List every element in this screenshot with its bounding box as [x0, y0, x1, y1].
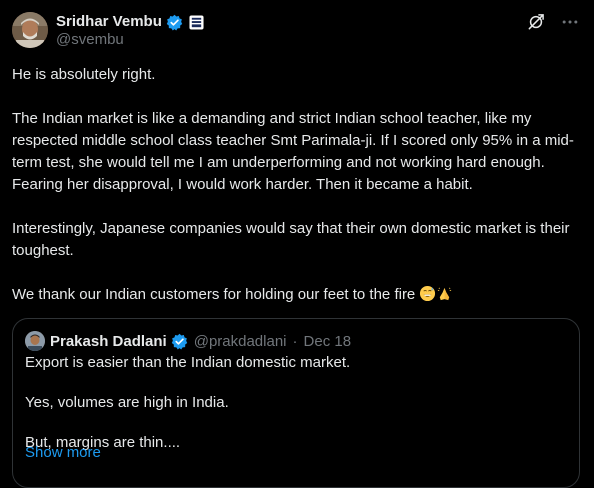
tweet-paragraph: Interestingly, Japanese companies would … — [12, 220, 570, 259]
verified-badge-icon[interactable] — [166, 14, 183, 31]
more-icon[interactable] — [560, 12, 580, 32]
tweet-body: He is absolutely right. The Indian marke… — [12, 64, 584, 328]
tweet-paragraph: The Indian market is like a demanding an… — [12, 110, 574, 193]
quoted-body: Export is easier than the Indian domesti… — [25, 353, 565, 473]
tweet-last-paragraph: We thank our Indian customers for holdin… — [12, 284, 584, 306]
grinning-sweat-emoji — [420, 285, 436, 302]
tweet: Sridhar Vembu @svembu He is absolutely r… — [0, 0, 594, 488]
quoted-display-name[interactable]: Prakash Dadlani — [50, 333, 167, 350]
quoted-header: Prakash Dadlani @prakdadlani · Dec 18 — [50, 331, 351, 351]
quoted-line: Yes, volumes are high in India. — [25, 394, 229, 411]
grok-icon[interactable] — [526, 12, 546, 32]
affiliate-badge-icon[interactable] — [189, 14, 204, 30]
tweet-paragraph: He is absolutely right. — [12, 66, 156, 83]
top-actions — [526, 12, 580, 32]
quoted-tweet[interactable]: Prakash Dadlani @prakdadlani · Dec 18 Ex… — [12, 318, 580, 488]
tweet-paragraph: We thank our Indian customers for holdin… — [12, 286, 416, 303]
quoted-line: But, margins are thin.... — [25, 434, 181, 451]
verified-badge-icon[interactable] — [171, 333, 188, 350]
folded-hands-emoji — [438, 287, 452, 301]
quoted-author-avatar[interactable] — [25, 331, 45, 351]
quoted-date[interactable]: Dec 18 — [304, 333, 352, 350]
author-handle[interactable]: @svembu — [56, 31, 124, 49]
author-name-row: Sridhar Vembu — [56, 12, 204, 32]
show-more-link[interactable]: Show more — [25, 443, 101, 463]
author-display-name[interactable]: Sridhar Vembu — [56, 12, 162, 32]
quoted-separator: · — [292, 332, 298, 350]
quoted-line: Export is easier than the Indian domesti… — [25, 354, 351, 371]
author-avatar[interactable] — [12, 12, 48, 48]
quoted-handle[interactable]: @prakdadlani — [194, 333, 287, 350]
